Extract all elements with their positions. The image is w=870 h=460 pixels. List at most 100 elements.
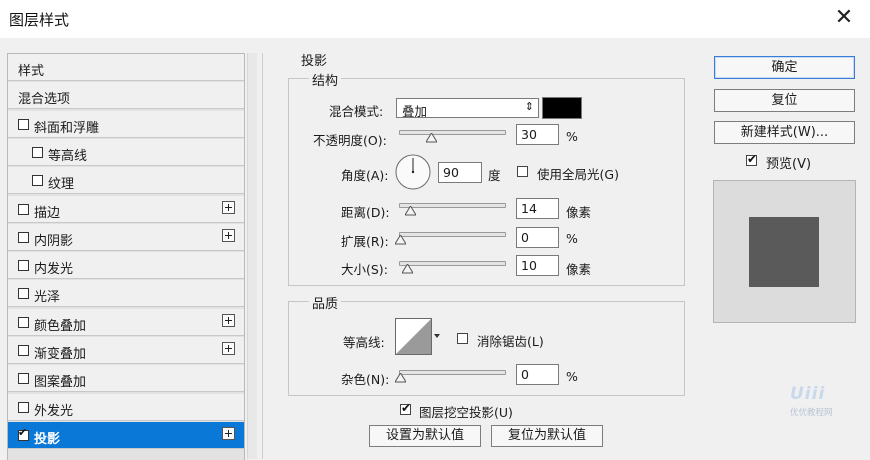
style-enable-checkbox[interactable]	[18, 260, 29, 272]
spread-slider[interactable]	[399, 232, 506, 237]
style-enable-checkbox[interactable]	[18, 345, 29, 356]
style-list: 样式混合选项斜面和浮雕等高线纹理描边内阴影内发光光泽颜色叠加渐变叠加图案叠加外发…	[7, 53, 245, 460]
style-enable-checkbox[interactable]	[18, 231, 29, 243]
size-slider-thumb[interactable]	[402, 264, 413, 274]
spread-slider-thumb[interactable]	[395, 235, 406, 245]
reset-default-button[interactable]: 复位为默认值	[491, 425, 603, 447]
spread-input[interactable]: 0	[516, 227, 559, 248]
style-list-item-label: 颜色叠加	[34, 318, 87, 334]
style-list-item-label: 投影	[34, 431, 61, 447]
style-enable-checkbox[interactable]	[18, 401, 29, 413]
style-list-item[interactable]: 内发光	[8, 252, 244, 280]
size-label: 大小(S):	[341, 262, 388, 277]
style-list-item-label: 渐变叠加	[34, 347, 87, 362]
style-list-item[interactable]: 纹理	[8, 167, 244, 195]
blend-mode-value: 叠加	[402, 104, 428, 119]
size-unit: 像素	[566, 262, 592, 277]
style-list-item-label: 内阴影	[34, 233, 74, 249]
style-list-item[interactable]: 图案叠加	[8, 365, 244, 393]
opacity-label: 不透明度(O):	[313, 133, 387, 148]
add-style-icon[interactable]	[222, 426, 235, 440]
distance-slider-thumb[interactable]	[405, 206, 416, 216]
add-style-icon[interactable]	[222, 228, 235, 242]
style-list-item-label: 等高线	[48, 148, 88, 164]
style-list-item-label: 内发光	[34, 262, 74, 278]
style-list-item[interactable]: 混合选项	[8, 82, 244, 110]
size-slider[interactable]	[399, 261, 506, 266]
noise-slider[interactable]	[399, 370, 506, 375]
style-list-item[interactable]: 渐变叠加	[8, 337, 244, 364]
style-enable-checkbox[interactable]	[18, 288, 29, 300]
style-enable-checkbox[interactable]	[18, 316, 29, 328]
noise-label: 杂色(N):	[341, 372, 390, 387]
opacity-slider[interactable]	[399, 130, 506, 135]
style-list-item-label: 描边	[34, 205, 61, 221]
opacity-slider-thumb[interactable]	[426, 133, 438, 143]
style-list-item[interactable]: 样式	[8, 54, 244, 81]
add-style-icon[interactable]	[222, 342, 235, 355]
add-style-icon[interactable]	[222, 200, 235, 214]
watermark-subtext: 优优教程网	[790, 408, 833, 418]
structure-group-title: 结构	[309, 70, 342, 89]
style-list-item-label: 图案叠加	[34, 375, 87, 391]
style-enable-checkbox[interactable]	[18, 118, 29, 130]
contour-label: 等高线:	[343, 335, 385, 350]
style-list-item[interactable]: 斜面和浮雕	[8, 110, 244, 138]
make-default-button[interactable]: 设置为默认值	[369, 425, 481, 447]
window-title: 图层样式	[9, 11, 70, 29]
new-style-button[interactable]: 新建样式(W)...	[714, 121, 855, 144]
shadow-color-swatch[interactable]	[542, 97, 582, 119]
spread-unit: %	[566, 231, 578, 246]
style-list-item[interactable]: 外发光	[8, 393, 244, 421]
panel-divider	[262, 53, 263, 459]
angle-unit: 度	[488, 168, 501, 183]
style-list-item-label: 样式	[18, 64, 45, 79]
section-title: 投影	[301, 54, 328, 69]
anti-alias-label: 消除锯齿(L)	[477, 334, 544, 349]
reset-button[interactable]: 复位	[714, 89, 855, 112]
preview-checkbox[interactable]	[746, 152, 757, 166]
angle-dial[interactable]	[394, 153, 432, 191]
global-light-label: 使用全局光(G)	[537, 167, 619, 182]
style-list-item[interactable]: 投影	[8, 421, 244, 449]
style-list-item[interactable]: 描边	[8, 195, 244, 223]
select-arrows-icon: ⇕	[524, 100, 534, 113]
blend-mode-label: 混合模式:	[329, 104, 384, 119]
knockout-checkbox[interactable]	[400, 401, 411, 415]
preview-swatch	[749, 217, 819, 287]
global-light-checkbox[interactable]	[517, 166, 528, 177]
blend-mode-select[interactable]: 叠加 ⇕	[396, 98, 539, 119]
ok-button[interactable]: 确定	[714, 56, 855, 79]
knockout-label: 图层挖空投影(U)	[419, 405, 513, 420]
style-enable-checkbox[interactable]	[18, 203, 29, 215]
style-list-item[interactable]: 光泽	[8, 280, 244, 308]
close-icon[interactable]: ✕	[830, 4, 858, 32]
distance-unit: 像素	[566, 205, 592, 220]
list-scrollbar[interactable]	[247, 53, 257, 459]
angle-input[interactable]: 90	[438, 162, 482, 183]
anti-alias-checkbox[interactable]	[457, 333, 468, 344]
style-enable-checkbox[interactable]	[18, 426, 29, 441]
quality-group-title: 品质	[309, 293, 342, 312]
distance-input[interactable]: 14	[516, 198, 559, 219]
opacity-input[interactable]: 30	[516, 124, 559, 145]
spread-label: 扩展(R):	[341, 234, 389, 249]
style-enable-checkbox[interactable]	[32, 175, 43, 187]
style-list-item[interactable]: 颜色叠加	[8, 308, 244, 336]
size-input[interactable]: 10	[516, 255, 559, 276]
noise-unit: %	[566, 369, 578, 384]
opacity-unit: %	[566, 129, 578, 144]
watermark-logo: Uiii	[790, 384, 826, 404]
style-list-item-label: 混合选项	[18, 92, 71, 108]
style-list-item[interactable]: 等高线	[8, 138, 244, 166]
style-list-item[interactable]: 内阴影	[8, 223, 244, 251]
style-enable-checkbox[interactable]	[18, 373, 29, 385]
add-style-icon[interactable]	[222, 313, 235, 327]
title-bar	[0, 0, 870, 38]
noise-input[interactable]: 0	[516, 364, 559, 385]
angle-label: 角度(A):	[341, 168, 389, 183]
style-enable-checkbox[interactable]	[32, 146, 43, 158]
style-list-item-label: 斜面和浮雕	[34, 120, 100, 136]
noise-slider-thumb[interactable]	[395, 373, 406, 383]
contour-picker[interactable]	[395, 318, 441, 356]
